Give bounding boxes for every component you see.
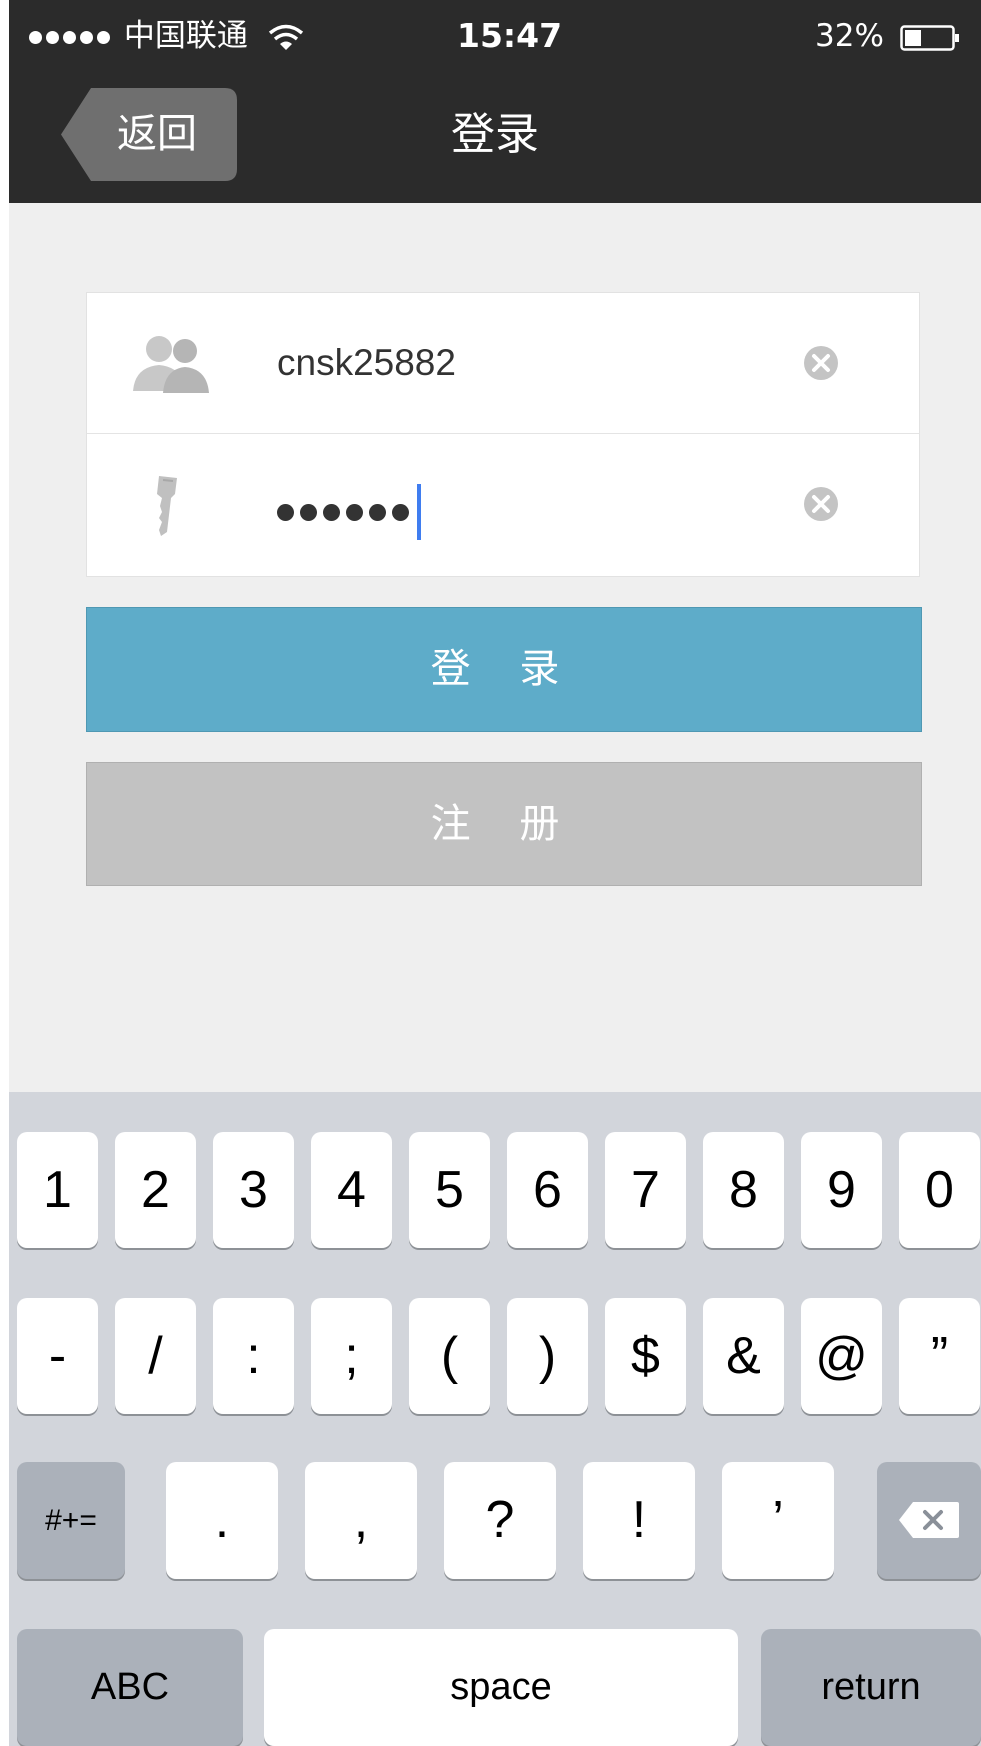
key[interactable]: ’: [722, 1462, 834, 1579]
username-input[interactable]: cnsk25882: [277, 293, 456, 433]
key[interactable]: &: [703, 1298, 784, 1414]
password-row[interactable]: [87, 434, 919, 574]
key[interactable]: 2: [115, 1132, 196, 1248]
signal-strength-icon: [29, 18, 114, 54]
key[interactable]: @: [801, 1298, 882, 1414]
status-bar: 中国联通 15:47 32%: [9, 0, 981, 75]
battery-info: 32%: [815, 16, 960, 56]
carrier-info: 中国联通: [29, 16, 304, 56]
key[interactable]: 5: [409, 1132, 490, 1248]
top-bar: 中国联通 15:47 32% 返回 登录: [9, 0, 981, 203]
username-row[interactable]: cnsk25882: [87, 293, 919, 434]
delete-key[interactable]: [877, 1462, 981, 1579]
key[interactable]: ”: [899, 1298, 980, 1414]
battery-percent: 32%: [815, 18, 884, 54]
key[interactable]: 0: [899, 1132, 980, 1248]
login-button[interactable]: 登 录: [86, 607, 922, 732]
clear-password-icon[interactable]: [803, 486, 839, 522]
return-key[interactable]: return: [761, 1629, 981, 1746]
abc-key[interactable]: ABC: [17, 1629, 243, 1746]
key[interactable]: ;: [311, 1298, 392, 1414]
key[interactable]: /: [115, 1298, 196, 1414]
key[interactable]: !: [583, 1462, 695, 1579]
password-input[interactable]: [277, 484, 421, 540]
key[interactable]: 4: [311, 1132, 392, 1248]
text-caret: [417, 484, 421, 540]
key[interactable]: ,: [305, 1462, 417, 1579]
key[interactable]: 1: [17, 1132, 98, 1248]
key[interactable]: 3: [213, 1132, 294, 1248]
key-icon: [157, 476, 177, 536]
key[interactable]: 6: [507, 1132, 588, 1248]
carrier-name: 中国联通: [123, 18, 248, 54]
backspace-icon: [899, 1502, 959, 1538]
space-key[interactable]: space: [264, 1629, 738, 1746]
battery-icon: [900, 24, 959, 51]
page-title: 登录: [451, 109, 539, 160]
key[interactable]: .: [166, 1462, 278, 1579]
key[interactable]: 8: [703, 1132, 784, 1248]
register-button[interactable]: 注 册: [86, 762, 922, 886]
key[interactable]: ?: [444, 1462, 556, 1579]
login-form: cnsk25882: [86, 292, 920, 577]
key[interactable]: 9: [801, 1132, 882, 1248]
users-icon: [133, 336, 209, 393]
wifi-icon: [268, 24, 303, 50]
key[interactable]: -: [17, 1298, 98, 1414]
keyboard: 1 2 3 4 5 6 7 8 9 0 - / : ; ( ) $ & @ ” …: [9, 1092, 981, 1746]
clear-username-icon[interactable]: [803, 345, 839, 381]
key[interactable]: (: [409, 1298, 490, 1414]
key[interactable]: $: [605, 1298, 686, 1414]
screen: 中国联通 15:47 32% 返回 登录 cnsk25882 登 录 注 册 1…: [9, 0, 981, 1746]
status-time: 15:47: [457, 16, 563, 55]
key[interactable]: :: [213, 1298, 294, 1414]
symbols-toggle-key[interactable]: #+=: [17, 1462, 125, 1579]
key[interactable]: 7: [605, 1132, 686, 1248]
key[interactable]: ): [507, 1298, 588, 1414]
